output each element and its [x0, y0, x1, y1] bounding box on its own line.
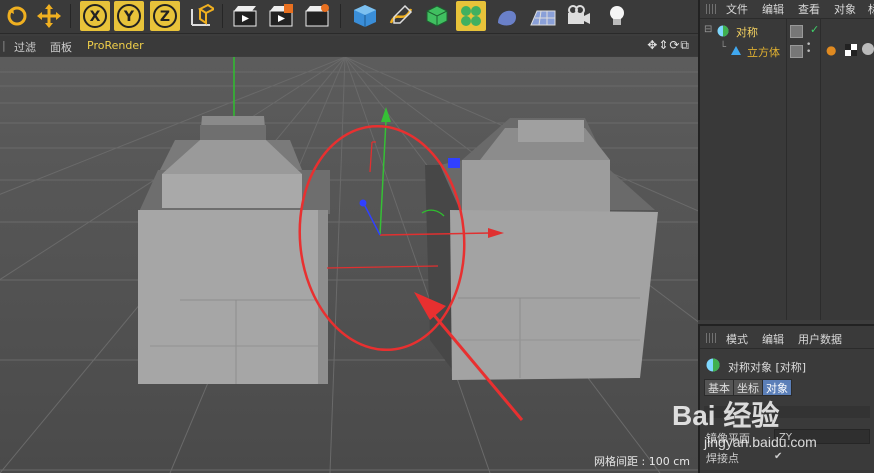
- attributes-menubar: 模式 编辑 用户数据: [700, 326, 874, 349]
- pen-spline-icon: [389, 4, 413, 24]
- layer-tag-icon[interactable]: [790, 45, 803, 58]
- camera-icon: [568, 5, 590, 24]
- attr-object-title: 对称对象 [对称]: [728, 361, 807, 374]
- tree-collapse-icon[interactable]: ⊟: [704, 24, 712, 35]
- x-axis-lock-button[interactable]: X: [80, 1, 110, 31]
- coordinate-system-icon: [191, 3, 214, 26]
- phong-tag-icon[interactable]: ●: [826, 43, 836, 57]
- enabled-check-icon[interactable]: ✓: [810, 23, 819, 36]
- deformer-icon: [498, 10, 516, 26]
- cube-icon: [354, 5, 376, 27]
- attr-menu-edit[interactable]: 编辑: [762, 331, 784, 347]
- material-sphere-icon[interactable]: [862, 43, 874, 55]
- x-axis-label: X: [90, 9, 101, 25]
- attributes-manager: 模式 编辑 用户数据 对称对象 [对称] 基本 坐标 对象 镜像平面 ZY 焊接…: [698, 324, 874, 473]
- z-axis-lock-icon: Z: [153, 4, 177, 28]
- floor-button[interactable]: [528, 1, 558, 31]
- rotate-tool-button[interactable]: [2, 1, 32, 31]
- object-manager: 文件 编辑 查看 对象 标 ⊟ 对称 ✓ └ 立方体 • • ●: [698, 0, 874, 320]
- render-settings-button[interactable]: [302, 1, 332, 31]
- viewport-menu-edge: |: [2, 39, 6, 52]
- subdivision-surface-button[interactable]: [422, 1, 452, 31]
- cloner-button[interactable]: [456, 1, 486, 31]
- om-menu-object[interactable]: 对象: [834, 1, 856, 17]
- render-to-picture-viewer-icon: [269, 4, 293, 27]
- viewport-menu-filter[interactable]: 过滤: [14, 39, 36, 55]
- viewport-menubar: | 过滤 面板 ProRender ✥⇕⟳⧉: [0, 36, 698, 56]
- move-tool-button[interactable]: [34, 1, 64, 31]
- om-menu-file[interactable]: 文件: [726, 1, 748, 17]
- x-axis-lock-icon: X: [83, 4, 107, 28]
- om-menu-tags[interactable]: 标: [868, 1, 874, 17]
- visibility-dots-icon[interactable]: • •: [806, 41, 811, 57]
- tab-coordinates[interactable]: 坐标: [733, 379, 763, 396]
- light-button[interactable]: [602, 1, 632, 31]
- layer-tag-icon[interactable]: [790, 25, 803, 38]
- y-axis-label: Y: [123, 9, 135, 25]
- tree-branch-icon: └: [720, 42, 727, 53]
- weld-points-label: 焊接点: [706, 452, 739, 465]
- z-axis-lock-button[interactable]: Z: [150, 1, 180, 31]
- render-view-icon: [233, 6, 257, 27]
- floor-icon: [530, 10, 556, 26]
- symmetry-icon: [717, 25, 729, 37]
- render-settings-icon: [305, 4, 329, 27]
- mirror-plane-label: 镜像平面: [706, 432, 750, 445]
- attr-menu-mode[interactable]: 模式: [726, 331, 748, 347]
- y-axis-lock-icon: Y: [117, 4, 141, 28]
- panel-grip-icon: [706, 333, 718, 343]
- object-name-cube[interactable]: 立方体: [747, 44, 780, 60]
- z-axis-label: Z: [160, 9, 170, 25]
- viewport-menu-prorender[interactable]: ProRender: [87, 39, 144, 52]
- section-header: [704, 406, 870, 418]
- camera-button[interactable]: [564, 1, 594, 31]
- viewport-menu-panel[interactable]: 面板: [50, 39, 72, 55]
- light-icon: [610, 6, 624, 25]
- om-menu-view[interactable]: 查看: [798, 1, 820, 17]
- 3d-viewport[interactable]: 网格间距 : 100 cm: [0, 57, 698, 473]
- viewport-navigation-icons[interactable]: ✥⇕⟳⧉: [647, 38, 690, 53]
- cube-button[interactable]: [350, 1, 380, 31]
- cloner-icon: [461, 6, 481, 26]
- tab-basic[interactable]: 基本: [704, 379, 734, 396]
- object-row-symmetry[interactable]: ⊟ 对称 ✓: [700, 22, 874, 40]
- pen-spline-button[interactable]: [386, 1, 416, 31]
- attr-menu-userdata[interactable]: 用户数据: [798, 331, 842, 347]
- grid-spacing-label: 网格间距 : 100 cm: [594, 455, 690, 468]
- weld-points-checkbox[interactable]: ✔: [770, 449, 790, 464]
- object-name-symmetry[interactable]: 对称: [736, 24, 758, 40]
- render-view-button[interactable]: [230, 1, 260, 31]
- viewport-scene: [0, 57, 698, 473]
- panel-grip-icon: [706, 4, 718, 14]
- y-axis-lock-button[interactable]: Y: [114, 1, 144, 31]
- main-toolbar: X Y Z: [0, 0, 698, 34]
- subdivision-surface-icon: [426, 5, 448, 27]
- symmetry-icon: [706, 358, 720, 372]
- move-icon: [37, 4, 61, 28]
- deformer-button[interactable]: [492, 1, 522, 31]
- tab-object[interactable]: 对象: [762, 379, 792, 396]
- mirror-plane-select[interactable]: ZY: [774, 429, 870, 444]
- om-menu-edit[interactable]: 编辑: [762, 1, 784, 17]
- coordinate-system-button[interactable]: [186, 1, 216, 31]
- render-to-picture-viewer-button[interactable]: [266, 1, 296, 31]
- object-manager-menubar: 文件 编辑 查看 对象 标: [700, 0, 874, 19]
- object-row-cube[interactable]: └ 立方体 • • ●: [700, 41, 874, 60]
- material-tag-icon[interactable]: [845, 44, 857, 56]
- cube-object-icon: [731, 46, 741, 55]
- rotate-icon: [7, 6, 27, 26]
